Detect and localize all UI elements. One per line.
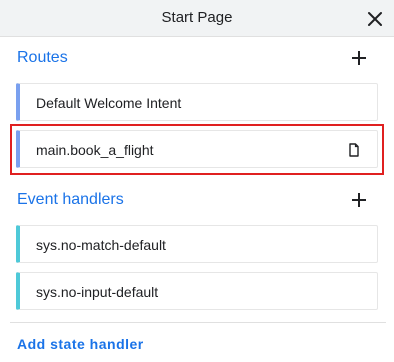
event-item-label: sys.no-input-default	[36, 284, 159, 300]
divider	[10, 322, 386, 323]
route-item-label: Default Welcome Intent	[36, 95, 182, 111]
add-route-button[interactable]	[347, 46, 371, 70]
plus-icon	[352, 193, 366, 207]
route-item-label: main.book_a_flight	[36, 142, 154, 158]
panel-title: Start Page	[161, 9, 233, 26]
event-item-no-match-default[interactable]: sys.no-match-default	[16, 225, 378, 263]
event-handlers-section-header: Event handlers	[0, 186, 394, 214]
add-state-handler-link[interactable]: Add state handler	[17, 336, 144, 352]
close-icon	[368, 12, 382, 26]
page-icon[interactable]	[347, 143, 361, 157]
event-item-no-input-default[interactable]: sys.no-input-default	[16, 272, 378, 310]
event-item-label: sys.no-match-default	[36, 237, 166, 253]
route-item-main-book-a-flight[interactable]: main.book_a_flight	[16, 130, 378, 168]
panel-header: Start Page	[0, 0, 394, 37]
plus-icon	[352, 51, 366, 65]
routes-title: Routes	[17, 49, 68, 66]
close-button[interactable]	[362, 6, 388, 32]
event-handlers-title: Event handlers	[17, 191, 124, 208]
route-item-default-welcome-intent[interactable]: Default Welcome Intent	[16, 83, 378, 121]
add-event-handler-button[interactable]	[347, 188, 371, 212]
routes-section-header: Routes	[0, 44, 394, 72]
